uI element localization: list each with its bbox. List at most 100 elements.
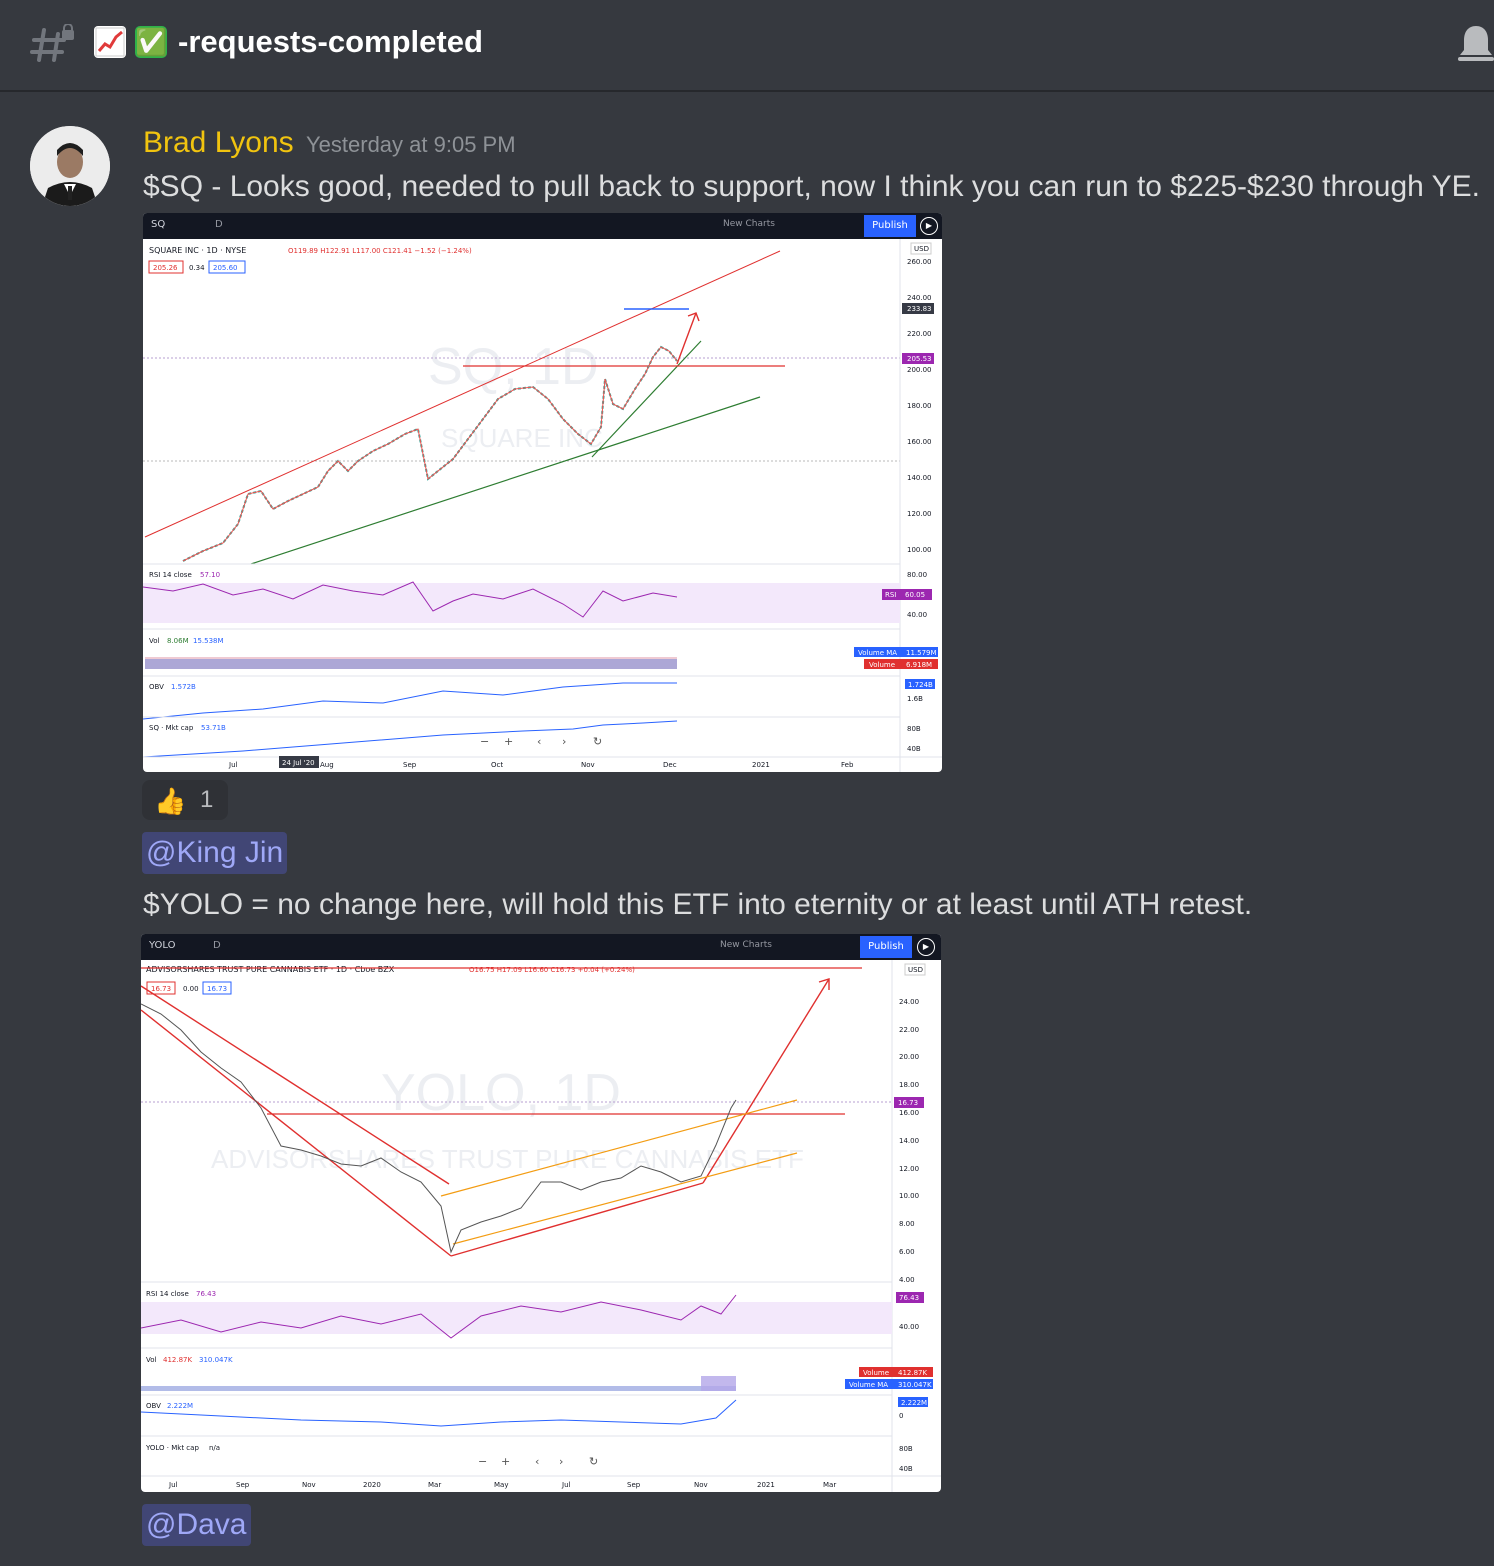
currency-label: USD: [914, 245, 929, 253]
reaction-thumbs-up[interactable]: 👍 1: [142, 780, 228, 820]
obv-value: 1.572B: [171, 683, 196, 691]
y-tick: 4.00: [899, 1276, 915, 1284]
y-tick: 12.00: [899, 1165, 919, 1173]
y-tick: 18.00: [899, 1081, 919, 1089]
chart-watermark-sub: ADVISORSHARES TRUST PURE CANNABIS ETF: [211, 1144, 804, 1174]
y-tick: 260.00: [907, 258, 932, 266]
publish-button: Publish: [860, 936, 912, 958]
chart-increasing-emoji-icon: [94, 26, 126, 58]
y-tick: 10.00: [899, 1192, 919, 1200]
bid-price: 205.26: [153, 264, 178, 272]
y-tick: 22.00: [899, 1026, 919, 1034]
mcap-label: SQ · Mkt cap: [149, 724, 194, 732]
obv-tick: 0: [899, 1412, 903, 1420]
channel-name: -requests-completed: [178, 24, 483, 59]
check-mark-emoji-icon: ✅: [135, 26, 168, 58]
volume-label: Vol: [149, 637, 160, 645]
user-mention[interactable]: @King Jin: [142, 832, 288, 874]
message-text: $YOLO = no change here, will hold this E…: [143, 888, 1253, 921]
x-tick: Aug: [320, 761, 334, 769]
x-tick: Mar: [428, 1481, 441, 1489]
zoom-out-icon: −: [478, 1455, 487, 1468]
mcap-tick: 40B: [899, 1465, 913, 1473]
user-mention[interactable]: @Dava: [142, 1504, 251, 1546]
y-tick: 160.00: [907, 438, 932, 446]
volume-value: 412.87K: [163, 1356, 192, 1364]
volume-ma-value: 310.047K: [199, 1356, 233, 1364]
chart-ohlc: O16.75 H17.09 L16.60 C16.73 +0.04 (+0.24…: [469, 966, 635, 974]
obv-tick: 1.6B: [907, 695, 923, 703]
zoom-out-icon: −: [480, 735, 489, 748]
zoom-in-icon: +: [504, 735, 513, 748]
y-tick: 140.00: [907, 474, 932, 482]
x-tick: Mar: [823, 1481, 836, 1489]
last-price-tag: 205.53: [907, 355, 932, 363]
chart-watermark: YOLO, 1D: [381, 1064, 621, 1122]
volume-ma-tag: Volume MA: [858, 649, 897, 657]
x-tick: 2020: [363, 1481, 381, 1489]
y-tick: 200.00: [907, 366, 932, 374]
chart-toolbar: YOLO D New Charts Publish ▶: [141, 934, 941, 960]
notification-bell-icon[interactable]: [1458, 22, 1494, 66]
y-tick: 240.00: [907, 294, 932, 302]
ask-price: 205.60: [213, 264, 238, 272]
new-charts-label: New Charts: [723, 219, 775, 229]
rsi-tick: 80.00: [907, 571, 927, 579]
scroll-right-icon: ›: [559, 1455, 563, 1468]
rsi-value: 76.43: [196, 1290, 216, 1298]
y-tick: 180.00: [907, 402, 932, 410]
mcap-label: YOLO · Mkt cap: [145, 1444, 199, 1452]
x-tick: Sep: [403, 761, 417, 769]
x-tick: 2021: [752, 761, 770, 769]
new-charts-label: New Charts: [720, 940, 772, 950]
mcap-tick: 80B: [899, 1445, 913, 1453]
x-tick: Nov: [302, 1481, 316, 1489]
rsi-label: RSI 14 close: [149, 571, 192, 579]
scroll-left-icon: ‹: [537, 735, 541, 748]
scroll-left-icon: ‹: [535, 1455, 539, 1468]
chart-interval: D: [213, 940, 227, 951]
x-tick: Jul: [561, 1481, 571, 1489]
volume-tag-value: 412.87K: [898, 1369, 927, 1377]
volume-ma-value: 15.538M: [193, 637, 224, 645]
rsi-tick: 40.00: [899, 1323, 919, 1331]
thumbs-up-emoji-icon: 👍: [154, 786, 187, 816]
mcap-value: 53.71B: [201, 724, 226, 732]
chart-symbol: YOLO: [149, 940, 176, 951]
y-tick: 6.00: [899, 1248, 915, 1256]
obv-label: OBV: [149, 683, 164, 691]
volume-tag-value: 6.918M: [906, 661, 932, 669]
chart-watermark: SQ, 1D: [428, 338, 599, 396]
chart-image-sq[interactable]: SQ D New Charts Publish ▶ SQ, 1D SQUARE …: [143, 213, 942, 772]
bid-price: 16.73: [151, 985, 171, 993]
x-tick: Dec: [663, 761, 677, 769]
rsi-tick: 40.00: [907, 611, 927, 619]
spread: 0.34: [189, 264, 205, 272]
message-timestamp: Yesterday at 9:05 PM: [306, 132, 516, 157]
y-tick: 24.00: [899, 998, 919, 1006]
yolo-chart-plot: YOLO, 1D ADVISORSHARES TRUST PURE CANNAB…: [141, 960, 941, 1492]
reset-chart-icon: ↻: [589, 1455, 598, 1468]
obv-tag-value: 1.724B: [908, 681, 933, 689]
y-tick: 220.00: [907, 330, 932, 338]
volume-tag: Volume: [869, 661, 895, 669]
target-price-tag: 233.83: [907, 305, 932, 313]
message-author[interactable]: Brad Lyons: [143, 126, 294, 160]
chart-watermark-sub: SQUARE INC: [441, 423, 603, 453]
currency-label: USD: [908, 966, 923, 974]
x-tick: 2021: [757, 1481, 775, 1489]
crosshair-date: 24 Jul '20: [282, 759, 315, 767]
x-tick: Feb: [841, 761, 854, 769]
user-avatar[interactable]: [30, 126, 110, 206]
text-channel-locked-icon: [30, 24, 74, 62]
reaction-count: 1: [200, 786, 214, 813]
chart-interval: D: [215, 219, 229, 230]
y-tick: 120.00: [907, 510, 932, 518]
chart-image-yolo[interactable]: YOLO D New Charts Publish ▶ YOLO, 1D ADV…: [141, 934, 941, 1492]
rsi-value: 57.10: [200, 571, 220, 579]
sq-chart-plot: SQ, 1D SQUARE INC SQUARE INC · 1D · NYSE…: [143, 239, 942, 772]
x-tick: Oct: [491, 761, 503, 769]
ask-price: 16.73: [207, 985, 227, 993]
play-icon: ▶: [920, 217, 938, 235]
chart-toolbar: SQ D New Charts Publish ▶: [143, 213, 942, 239]
